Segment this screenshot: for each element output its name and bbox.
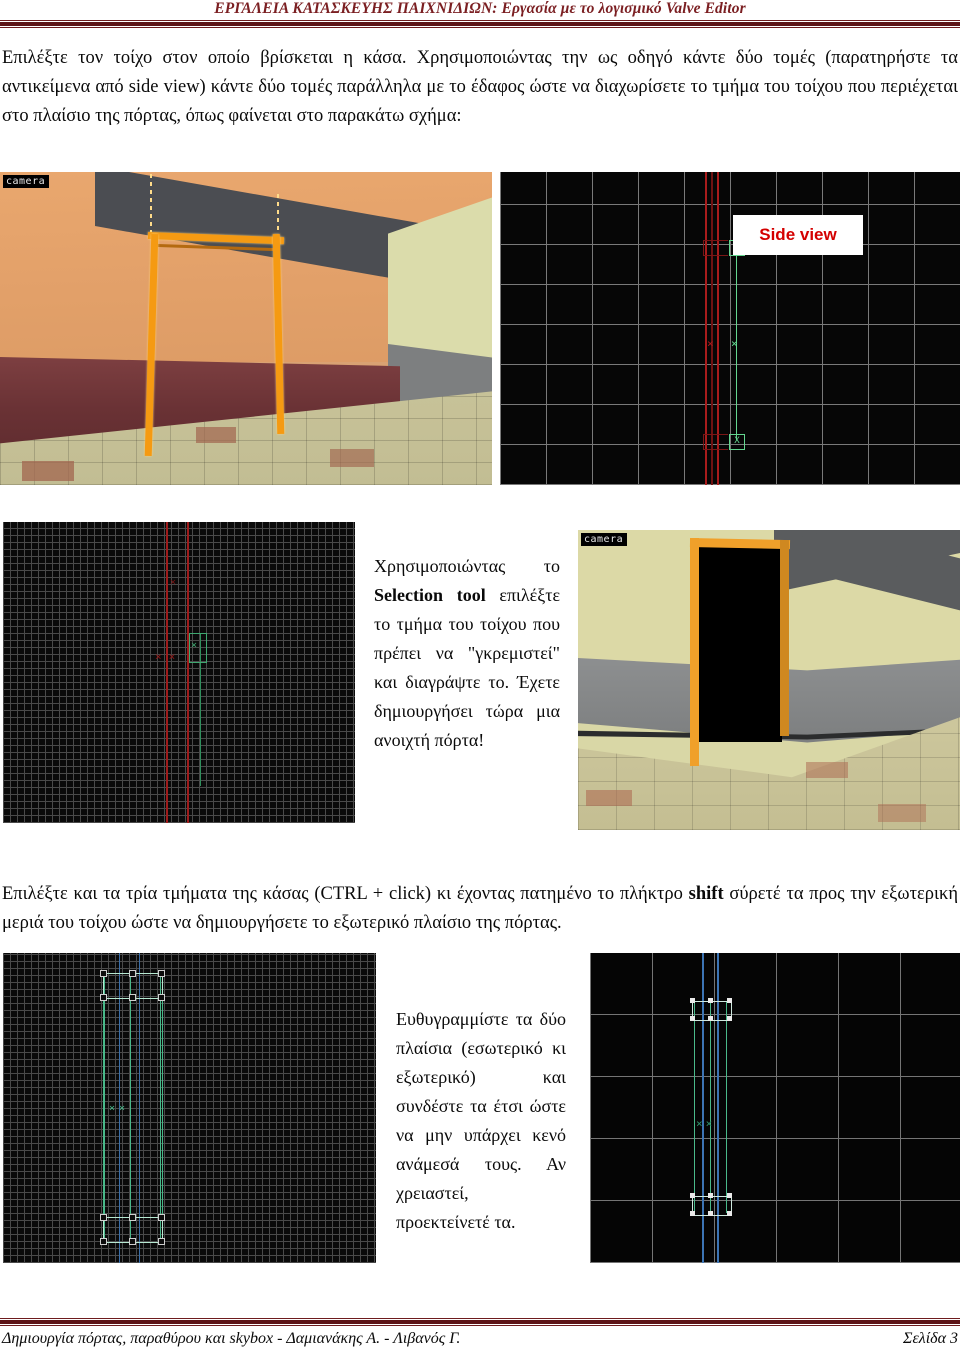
floor-tile-accent bbox=[330, 449, 374, 467]
selection-handle bbox=[727, 998, 732, 1003]
selected-frame-line-green bbox=[726, 1001, 727, 1213]
para2-part1: Επιλέξτε και τα τρία τμήματα της κάσας (… bbox=[2, 884, 689, 904]
selection-guide-line-right bbox=[277, 194, 279, 236]
floor-tile-accent bbox=[22, 461, 74, 481]
selection-handle bbox=[727, 1211, 732, 1216]
selection-center-markers: ×× bbox=[109, 1103, 130, 1114]
figure-camera-viewport-doorway: camera bbox=[578, 530, 960, 830]
brush-bracket-top bbox=[703, 240, 728, 256]
floor-tile-accent bbox=[806, 762, 848, 778]
brush-line-blue bbox=[717, 953, 719, 1263]
header-divider bbox=[0, 20, 960, 28]
page-footer: Δημιουργία πόρτας, παραθύρου και skybox … bbox=[2, 1330, 958, 1348]
selection-handle-bottom: X bbox=[729, 434, 745, 450]
brush-center-marker-green: × bbox=[731, 337, 738, 350]
selection-handle bbox=[690, 1193, 695, 1198]
footer-divider bbox=[0, 1318, 960, 1326]
para2-shift-key: shift bbox=[688, 884, 724, 904]
selection-handle bbox=[708, 1193, 713, 1198]
door-opening-void bbox=[696, 542, 782, 742]
text-mid-part1: Χρησιμοποιώντας το bbox=[374, 556, 560, 576]
camera-viewport-label: camera bbox=[581, 533, 628, 546]
header-divider-thin-bottom bbox=[0, 27, 960, 28]
text-mid-part2: επιλέξτε το τμήμα του τοίχου που πρέπει … bbox=[374, 585, 561, 750]
selection-center-markers: ×× bbox=[696, 1117, 716, 1130]
header-title: ΕΡΓΑΛΕΙΑ ΚΑΤΑΣΚΕΥΗΣ ΠΑΙΧΝΙΔΙΩΝ: Εργασία … bbox=[214, 0, 746, 17]
selected-frame-line-green bbox=[710, 1001, 711, 1213]
grid-lines-fine bbox=[3, 522, 355, 823]
door-frame-left bbox=[690, 538, 699, 766]
selection-handle bbox=[727, 1193, 732, 1198]
selection-handle bbox=[100, 1214, 107, 1221]
figure-fine-grid-viewport-frames: ×× bbox=[3, 953, 376, 1263]
figure-side-view-grid: X X × × bbox=[500, 172, 960, 485]
footer-document-title: Δημιουργία πόρτας, παραθύρου και skybox … bbox=[2, 1330, 461, 1347]
selection-handle bbox=[158, 1214, 165, 1221]
selection-handle bbox=[690, 1016, 695, 1021]
figure-fine-grid-viewport: × × ×× bbox=[3, 522, 355, 823]
selection-handle bbox=[708, 998, 713, 1003]
grid-lines-fine bbox=[3, 953, 376, 1263]
selection-handle bbox=[690, 998, 695, 1003]
floor-tile-accent bbox=[878, 804, 926, 822]
selection-handle bbox=[129, 994, 136, 1001]
brush-center-marker-red: × bbox=[707, 337, 714, 350]
footer-divider-thick bbox=[0, 1320, 960, 1324]
door-frame-right bbox=[780, 540, 789, 736]
side-view-callout-label: Side view bbox=[759, 225, 837, 244]
wall-brush-edge-red bbox=[187, 522, 189, 823]
instruction-paragraph-1: Επιλέξτε τον τοίχο στον οποίο βρίσκεται … bbox=[2, 48, 958, 126]
selection-handle bbox=[100, 970, 107, 977]
page-header: ΕΡΓΑΛΕΙΑ ΚΑΤΑΣΚΕΥΗΣ ΠΑΙΧΝΙΔΙΩΝ: Εργασία … bbox=[0, 0, 960, 30]
brush-center-markers-red: ×× bbox=[155, 650, 183, 663]
selection-guide-line-left bbox=[150, 174, 152, 236]
instruction-text-bottom: Ευθυγραμμίστε τα δύο πλαίσια (εσωτερικό … bbox=[396, 1009, 566, 1232]
floor-tile-accent bbox=[196, 427, 236, 443]
figure-coarse-grid-viewport-frames: ×× bbox=[590, 953, 960, 1263]
selection-handle bbox=[129, 970, 136, 977]
figure-camera-viewport-wall: camera bbox=[0, 172, 492, 485]
camera-viewport-label: camera bbox=[3, 175, 50, 188]
selection-handle bbox=[727, 1016, 732, 1021]
selection-handle bbox=[158, 1238, 165, 1245]
selection-handle bbox=[158, 970, 165, 977]
wall-brush-edge-red bbox=[166, 522, 168, 823]
instruction-paragraph-2: Επιλέξτε και τα τρία τμήματα της κάσας (… bbox=[2, 880, 958, 938]
selection-handle bbox=[100, 1238, 107, 1245]
selection-handle bbox=[129, 1214, 136, 1221]
header-divider-thick bbox=[0, 22, 960, 26]
floor-tile-accent bbox=[586, 790, 632, 806]
selection-handle bbox=[129, 1238, 136, 1245]
selection-handle bbox=[708, 1211, 713, 1216]
footer-page-number: Σελίδα 3 bbox=[902, 1330, 958, 1347]
selection-handle bbox=[708, 1016, 713, 1021]
header-divider-thin-top bbox=[0, 20, 960, 21]
selected-frame-line-green bbox=[694, 1001, 695, 1213]
footer-divider-thin-top bbox=[0, 1318, 960, 1319]
instruction-text-middle: Χρησιμοποιώντας το Selection tool επιλέξ… bbox=[374, 552, 560, 755]
brush-line-blue bbox=[702, 953, 704, 1263]
selection-handle bbox=[100, 994, 107, 1001]
selection-handle bbox=[690, 1211, 695, 1216]
grid-lines bbox=[590, 953, 960, 1263]
brush-marker-red-upper: × bbox=[170, 577, 177, 588]
brush-bracket-bottom bbox=[703, 434, 728, 450]
footer-divider-thin-bottom bbox=[0, 1325, 960, 1326]
selection-center-marker: × bbox=[191, 640, 198, 651]
selection-handle bbox=[158, 994, 165, 1001]
text-mid-tool-name: Selection tool bbox=[374, 585, 486, 605]
side-view-callout-box: Side view bbox=[733, 215, 863, 255]
